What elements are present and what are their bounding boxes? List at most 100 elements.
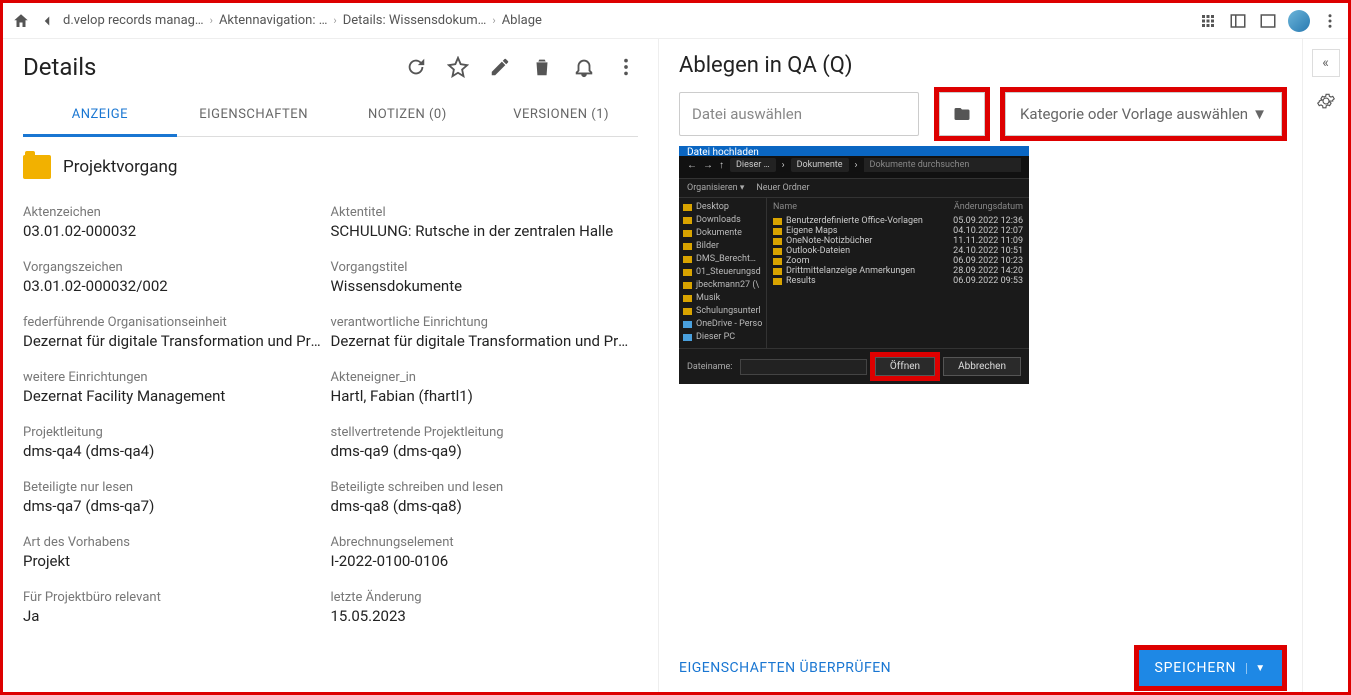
tab-anzeige[interactable]: ANZEIGE: [23, 95, 177, 137]
tree-item[interactable]: Desktop: [683, 202, 762, 212]
nav-fwd-icon[interactable]: →: [703, 160, 713, 171]
tab-eigenschaften[interactable]: EIGENSCHAFTEN: [177, 95, 331, 136]
field-value: dms-qa8 (dms-qa8): [331, 497, 631, 515]
tree-item[interactable]: jbeckmann27 (\: [683, 280, 762, 290]
field-label: verantwortliche Einrichtung: [331, 315, 631, 330]
save-button[interactable]: SPEICHERN ▼: [1139, 650, 1282, 686]
gear-icon[interactable]: [1316, 91, 1336, 111]
collapse-rail-button[interactable]: «: [1312, 49, 1340, 77]
tree-item[interactable]: OneDrive - Persor: [683, 319, 762, 329]
panel-icon[interactable]: [1258, 11, 1278, 31]
category-select[interactable]: Kategorie oder Vorlage auswählen ▼: [1005, 92, 1282, 136]
list-row[interactable]: Eigene Maps04.10.2022 12:07: [773, 226, 1023, 236]
field: Aktenzeichen 03.01.02-000032: [23, 195, 331, 250]
file-dialog: Datei hochladen ← → ↑ Dieser … › Dokumen…: [679, 146, 1029, 384]
field-label: Vorgangstitel: [331, 260, 631, 275]
edit-icon[interactable]: [488, 55, 512, 79]
list-row[interactable]: Results06.09.2022 09:53: [773, 276, 1023, 286]
tree-item[interactable]: 01_Steuerungsd: [683, 267, 762, 277]
open-button[interactable]: Öffnen: [875, 357, 935, 376]
field-value: dms-qa7 (dms-qa7): [23, 497, 323, 515]
field-label: letzte Änderung: [331, 590, 631, 605]
tabs: ANZEIGE EIGENSCHAFTEN NOTIZEN (0) VERSIO…: [23, 95, 638, 137]
more-vert-icon[interactable]: [1320, 11, 1340, 31]
dialog-list: Name Änderungsdatum Benutzerdefinierte O…: [767, 198, 1029, 348]
field: stellvertretende Projektleitungdms-qa9 (…: [331, 415, 639, 470]
file-input[interactable]: Datei auswählen: [679, 92, 919, 136]
breadcrumb-item[interactable]: d.velop records manag…: [63, 13, 204, 28]
tree-item[interactable]: DMS_Berecht…: [683, 254, 762, 264]
tree-item[interactable]: Musik: [683, 293, 762, 303]
field-value: Dezernat für digitale Transformation und…: [23, 332, 323, 350]
col-date: Änderungsdatum: [954, 202, 1023, 212]
document-type: Projektvorgang: [63, 157, 177, 177]
field-value: Hartl, Fabian (fhartl1): [331, 387, 631, 405]
field: Projektleitungdms-qa4 (dms-qa4): [23, 415, 331, 470]
details-pane: Details ANZEIGE EIGENSCHAFTEN NOTIZEN (0…: [3, 39, 658, 692]
list-row[interactable]: Zoom06.09.2022 10:23: [773, 256, 1023, 266]
field: AbrechnungselementI-2022-0100-0106: [331, 525, 639, 580]
tree-item[interactable]: Schulungsunterl: [683, 306, 762, 316]
field-label: Abrechnungselement: [331, 535, 631, 550]
home-icon[interactable]: [11, 11, 31, 31]
tree-item[interactable]: Dieser PC: [683, 332, 762, 342]
field-label: Aktenzeichen: [23, 205, 323, 220]
list-row[interactable]: Outlook-Dateien24.10.2022 10:51: [773, 246, 1023, 256]
list-row[interactable]: Benutzerdefinierte Office-Vorlagen05.09.…: [773, 216, 1023, 226]
breadcrumb-item[interactable]: Ablage: [502, 13, 542, 28]
list-row[interactable]: OneNote-Notizbücher11.11.2022 11:09: [773, 236, 1023, 246]
field-label: Beteiligte nur lesen: [23, 480, 323, 495]
upload-title: Ablegen in QA (Q): [679, 53, 1282, 78]
path-seg[interactable]: Dieser …: [730, 158, 776, 172]
back-icon[interactable]: [37, 11, 57, 31]
field-value: 03.01.02-000032: [23, 222, 323, 240]
dialog-title: Datei hochladen: [679, 146, 1029, 156]
field: Art des VorhabensProjekt: [23, 525, 331, 580]
more-vert-icon[interactable]: [614, 55, 638, 79]
check-properties-button[interactable]: EIGENSCHAFTEN ÜBERPRÜFEN: [679, 660, 891, 676]
dialog-search[interactable]: Dokumente durchsuchen: [864, 158, 1021, 172]
tree-item[interactable]: Bilder: [683, 241, 762, 251]
organize-menu[interactable]: Organisieren ▾: [687, 183, 744, 193]
top-bar: d.velop records manag… › Aktennavigation…: [3, 3, 1348, 39]
field-value: Projekt: [23, 552, 323, 570]
field-label: Beteiligte schreiben und lesen: [331, 480, 631, 495]
field-value: dms-qa9 (dms-qa9): [331, 442, 631, 460]
panel-left-icon[interactable]: [1228, 11, 1248, 31]
avatar[interactable]: [1288, 10, 1310, 32]
breadcrumb-item[interactable]: Details: Wissensdokum…: [343, 13, 487, 28]
field-value: Wissensdokumente: [331, 277, 631, 295]
cancel-button[interactable]: Abbrechen: [943, 357, 1021, 376]
field: Vorgangszeichen03.01.02-000032/002: [23, 250, 331, 305]
path-seg[interactable]: Dokumente: [791, 158, 849, 172]
folder-icon: [23, 155, 51, 179]
tab-notizen[interactable]: NOTIZEN (0): [331, 95, 485, 136]
nav-back-icon[interactable]: ←: [687, 160, 697, 171]
field: Aktentitel SCHULUNG: Rutsche in der zentr…: [331, 195, 639, 250]
field-value: SCHULUNG: Rutsche in der zentralen Halle: [331, 222, 631, 240]
field: Akteneigner_inHartl, Fabian (fhartl1): [331, 360, 639, 415]
col-name: Name: [773, 202, 797, 212]
nav-up-icon[interactable]: ↑: [719, 160, 724, 171]
upload-pane: Ablegen in QA (Q) Datei auswählen Katego…: [658, 39, 1302, 692]
list-row[interactable]: Drittmittelanzeige Anmerkungen28.09.2022…: [773, 266, 1023, 276]
field: Beteiligte nur lesen dms-qa7 (dms-qa7): [23, 470, 331, 525]
chevron-right-icon: ›: [210, 14, 213, 27]
bell-icon[interactable]: [572, 55, 596, 79]
star-icon[interactable]: [446, 55, 470, 79]
refresh-icon[interactable]: [404, 55, 428, 79]
filename-input[interactable]: [740, 359, 866, 375]
tree-item[interactable]: Downloads: [683, 215, 762, 225]
breadcrumb-item[interactable]: Aktennavigation: …: [219, 13, 327, 28]
fields-grid: Aktenzeichen 03.01.02-000032 Aktentitel SCH…: [23, 191, 638, 639]
new-folder-button[interactable]: Neuer Ordner: [756, 183, 809, 193]
apps-icon[interactable]: [1198, 11, 1218, 31]
tree-item[interactable]: Dokumente: [683, 228, 762, 238]
side-rail: «: [1302, 39, 1348, 692]
field-label: Aktentitel: [331, 205, 631, 220]
category-placeholder: Kategorie oder Vorlage auswählen: [1020, 105, 1248, 123]
tab-versionen[interactable]: VERSIONEN (1): [484, 95, 638, 136]
field: Für Projektbüro relevantJa: [23, 580, 331, 635]
browse-button[interactable]: [939, 92, 985, 136]
delete-icon[interactable]: [530, 55, 554, 79]
